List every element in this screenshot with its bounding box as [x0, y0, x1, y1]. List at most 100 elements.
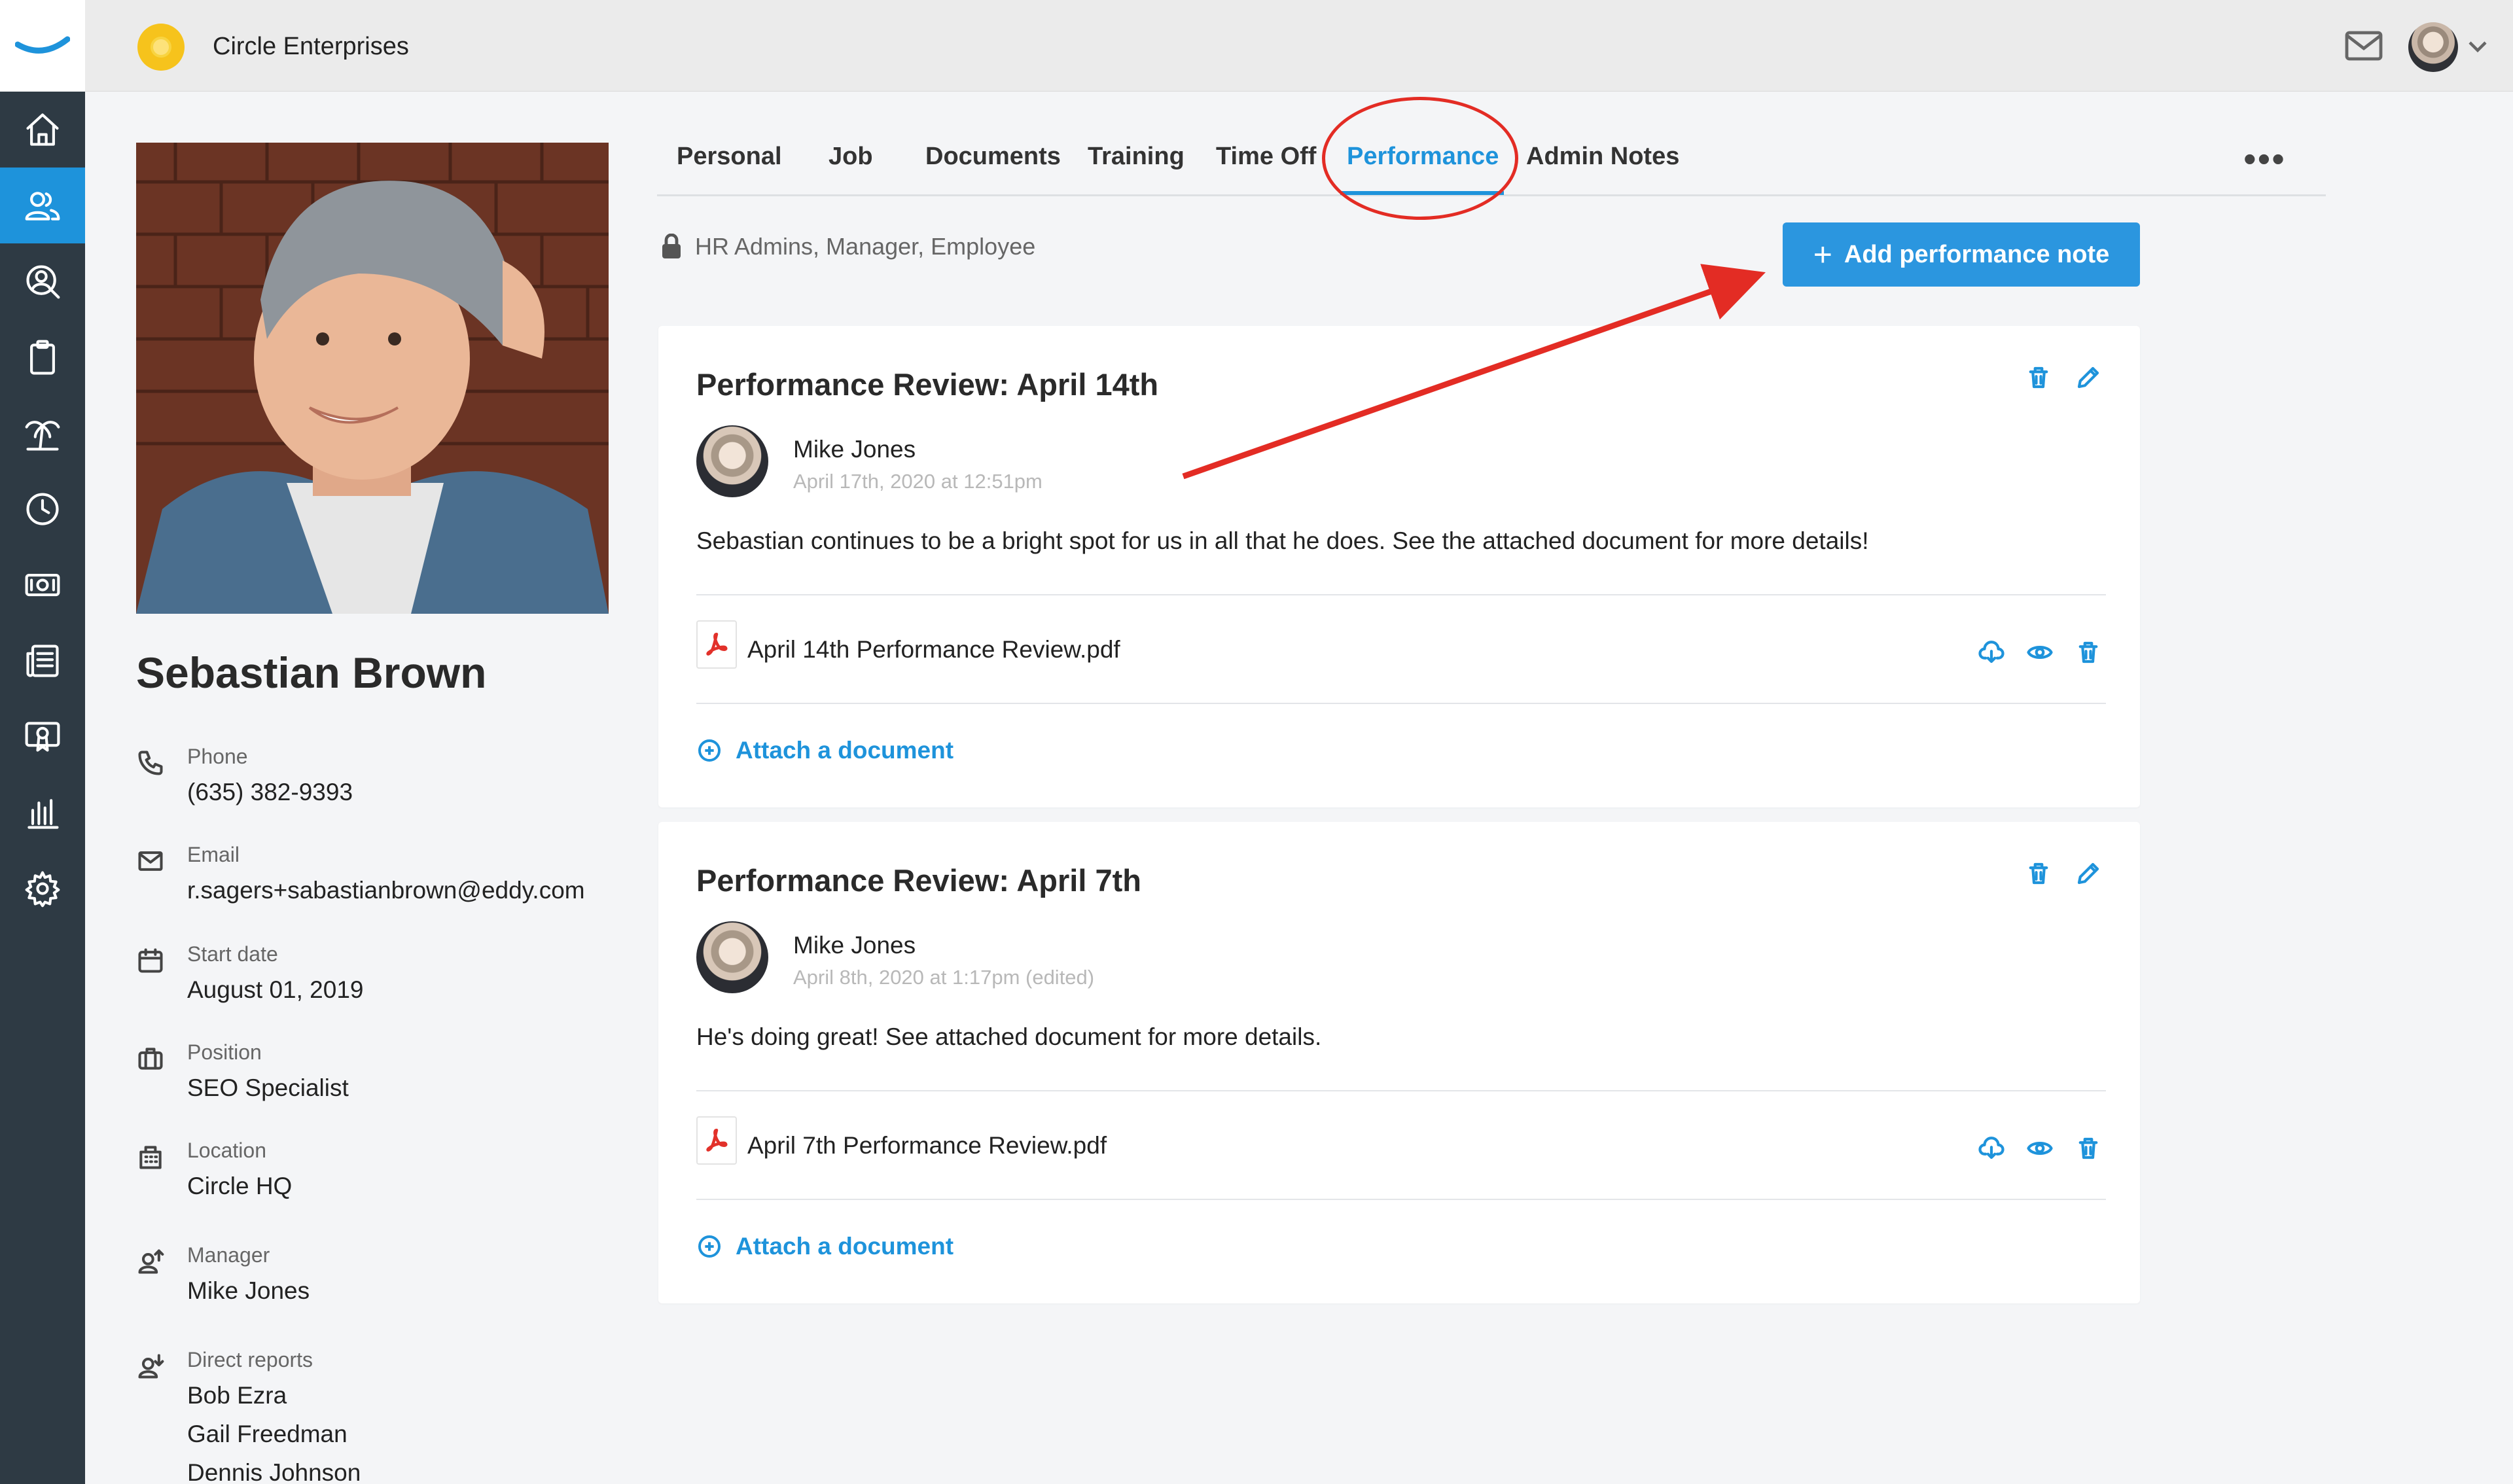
tab-documents[interactable]: Documents: [925, 143, 1061, 171]
add-performance-note-button[interactable]: + Add performance note: [1783, 222, 2140, 287]
attachment-file-name[interactable]: April 7th Performance Review.pdf: [747, 1132, 1107, 1159]
divider: [696, 1199, 2106, 1200]
direct-reports-icon: [136, 1352, 165, 1381]
visibility-text: HR Admins, Manager, Employee: [695, 233, 1036, 260]
attachment-actions: [1978, 1135, 2102, 1162]
add-performance-note-label: Add performance note: [1844, 240, 2110, 268]
performance-note-card: Performance Review: April 7th Mike Jones…: [658, 822, 2140, 1303]
mail-icon[interactable]: [2344, 30, 2383, 65]
annotation-circle: [1322, 97, 1518, 220]
divider: [696, 1090, 2106, 1091]
trash-icon[interactable]: [2075, 1135, 2102, 1162]
location-value: Circle HQ: [187, 1173, 293, 1199]
top-bar: Circle Enterprises: [85, 0, 2513, 92]
note-date: April 17th, 2020 at 12:51pm: [793, 470, 1043, 493]
eye-icon[interactable]: [2026, 639, 2054, 666]
plus-icon: +: [1813, 236, 1832, 273]
app-logo[interactable]: [0, 0, 85, 92]
chevron-down-icon[interactable]: [2466, 37, 2489, 60]
tab-time-off[interactable]: Time Off: [1216, 143, 1316, 171]
cloud-download-icon[interactable]: [1978, 1135, 2005, 1162]
phone-label: Phone: [187, 745, 248, 768]
phone-icon: [136, 749, 165, 777]
direct-report-item[interactable]: Bob Ezra: [187, 1382, 361, 1421]
company-logo: [137, 24, 185, 71]
pencil-icon[interactable]: [2075, 364, 2102, 391]
manager-label: Manager: [187, 1243, 270, 1267]
nav-certificates[interactable]: [0, 699, 85, 775]
profile-photo: [136, 143, 609, 614]
start-date-label: Start date: [187, 942, 278, 966]
direct-reports-label: Direct reports: [187, 1348, 313, 1371]
pencil-icon[interactable]: [2075, 860, 2102, 887]
direct-report-item[interactable]: Dennis Johnson: [187, 1459, 361, 1484]
people-icon: [25, 192, 60, 221]
nav-home[interactable]: [0, 92, 85, 168]
divider: [696, 703, 2106, 704]
tab-training[interactable]: Training: [1088, 143, 1185, 171]
divider: [696, 594, 2106, 595]
tab-personal[interactable]: Personal: [677, 143, 782, 171]
email-label: Email: [187, 843, 240, 866]
nav-clipboard[interactable]: [0, 319, 85, 395]
more-options-button[interactable]: •••: [2243, 137, 2286, 180]
nav-settings[interactable]: [0, 851, 85, 927]
clock-icon: [26, 493, 59, 525]
note-text: Sebastian continues to be a bright spot …: [696, 527, 1869, 554]
nav-payroll[interactable]: [0, 547, 85, 623]
trash-icon[interactable]: [2075, 639, 2102, 666]
nav-search-people[interactable]: [0, 243, 85, 319]
money-icon: [25, 573, 60, 597]
performance-note-card: Performance Review: April 14th Mike Jone…: [658, 326, 2140, 807]
note-actions: [2025, 364, 2102, 391]
search-person-icon: [26, 265, 60, 299]
eye-icon[interactable]: [2026, 1135, 2054, 1162]
visibility-info: HR Admins, Manager, Employee: [661, 233, 1035, 260]
gear-icon: [25, 871, 60, 908]
trash-icon[interactable]: [2025, 364, 2052, 391]
author-avatar: [696, 921, 768, 993]
tab-admin-notes[interactable]: Admin Notes: [1526, 143, 1679, 171]
company-name[interactable]: Circle Enterprises: [213, 33, 409, 61]
note-author: Mike Jones: [793, 932, 916, 959]
lock-icon: [662, 234, 681, 258]
direct-reports-list: Bob Ezra Gail Freedman Dennis Johnson: [187, 1382, 361, 1484]
plus-circle-icon: [698, 1235, 721, 1258]
start-date-value: August 01, 2019: [187, 976, 364, 1003]
employee-name: Sebastian Brown: [136, 648, 487, 697]
direct-report-item[interactable]: Gail Freedman: [187, 1421, 361, 1459]
user-avatar[interactable]: [2408, 22, 2458, 72]
cloud-download-icon[interactable]: [1978, 639, 2005, 666]
phone-value: (635) 382-9393: [187, 779, 353, 805]
note-title: Performance Review: April 7th: [696, 863, 1141, 898]
clipboard-icon: [30, 340, 55, 375]
briefcase-icon: [136, 1044, 165, 1073]
pdf-icon: [696, 1116, 737, 1165]
tab-job[interactable]: Job: [829, 143, 873, 171]
email-value[interactable]: r.sagers+sabastianbrown@eddy.com: [187, 877, 585, 904]
left-navigation: [0, 0, 85, 1484]
calendar-icon: [136, 946, 165, 975]
home-icon: [26, 113, 59, 146]
note-author: Mike Jones: [793, 436, 916, 463]
nav-people[interactable]: [0, 168, 85, 243]
position-value: SEO Specialist: [187, 1074, 349, 1101]
nav-news[interactable]: [0, 623, 85, 699]
note-text: He's doing great! See attached document …: [696, 1023, 1322, 1050]
attachment-file-name[interactable]: April 14th Performance Review.pdf: [747, 636, 1120, 663]
pdf-icon: [696, 620, 737, 669]
nav-time[interactable]: [0, 471, 85, 547]
logo-swoosh-icon: [15, 36, 70, 54]
position-label: Position: [187, 1040, 262, 1064]
attach-document-link[interactable]: Attach a document: [696, 1233, 954, 1260]
attach-document-link[interactable]: Attach a document: [696, 737, 954, 764]
nav-time-off[interactable]: [0, 395, 85, 471]
location-label: Location: [187, 1139, 266, 1162]
newspaper-icon: [26, 645, 59, 677]
author-avatar: [696, 425, 768, 497]
certificate-icon: [25, 722, 60, 752]
manager-value[interactable]: Mike Jones: [187, 1277, 310, 1305]
nav-reports[interactable]: [0, 775, 85, 851]
trash-icon[interactable]: [2025, 860, 2052, 887]
building-icon: [136, 1142, 165, 1171]
